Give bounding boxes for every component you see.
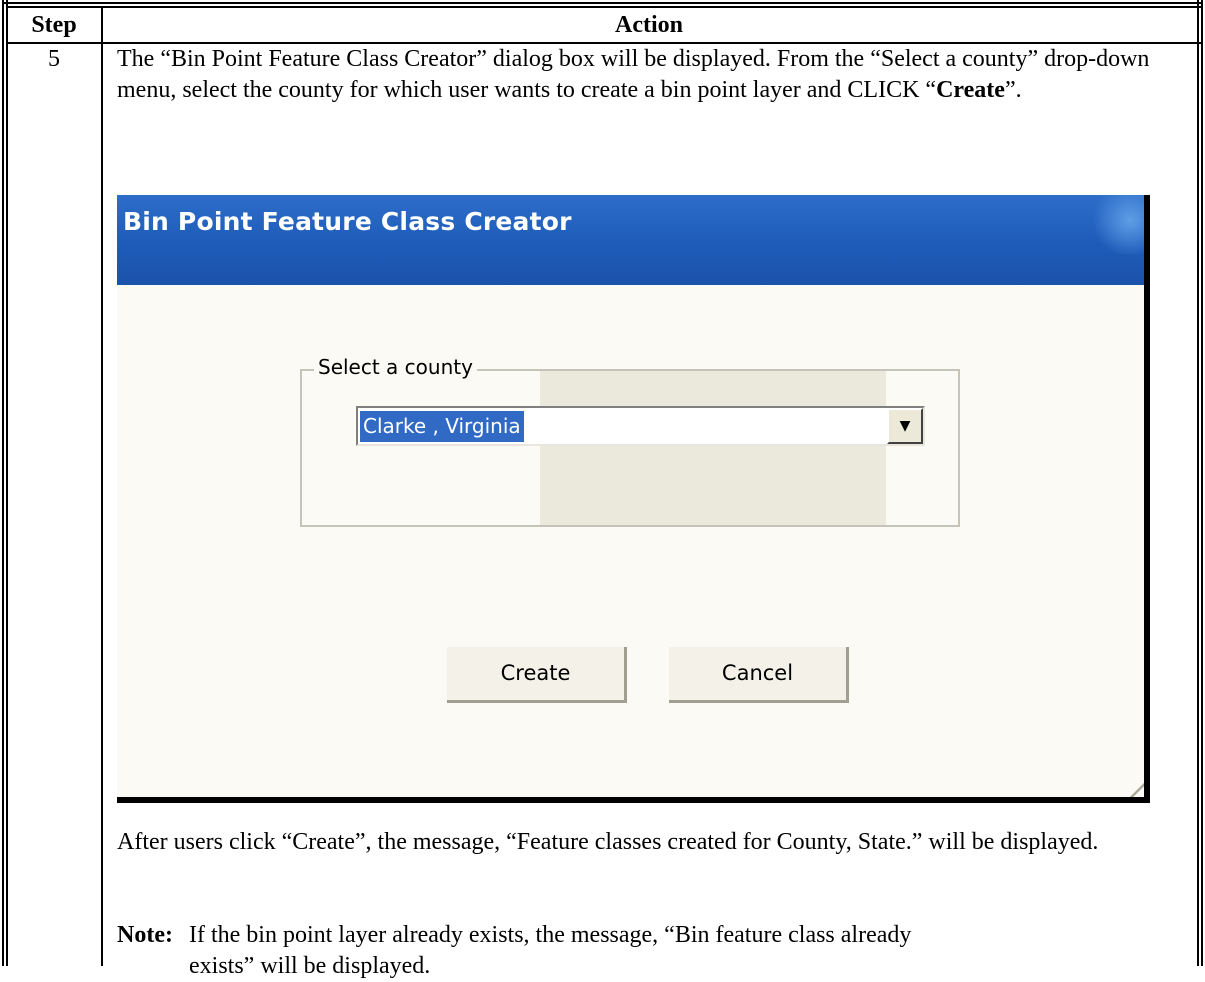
result-paragraph: After users click “Create”, the message,… (117, 829, 1099, 855)
county-groupbox (300, 369, 960, 527)
note-label: Note: (117, 922, 173, 948)
county-dropdown[interactable]: Clarke , Virginia ▼ (356, 406, 925, 446)
table-border-left-inner (6, 0, 8, 966)
table-border-top (2, 2, 1203, 4)
table-column-divider (101, 8, 103, 966)
header-action: Action (615, 12, 683, 38)
note-text-line1: If the bin point layer already exists, t… (189, 922, 912, 948)
resize-grip-icon[interactable] (1120, 773, 1144, 797)
instruction-create-bold: Create (936, 77, 1005, 103)
table-border-left (2, 0, 4, 966)
dialog-title-bar[interactable]: Bin Point Feature Class Creator (117, 195, 1144, 285)
instruction-paragraph: The “Bin Point Feature Class Creator” di… (117, 44, 1192, 106)
table-border-right (1197, 0, 1199, 966)
dropdown-arrow-icon[interactable]: ▼ (887, 408, 923, 444)
dialog-title: Bin Point Feature Class Creator (123, 207, 572, 236)
dialog-body: Select a county Clarke , Virginia ▼ Crea… (117, 285, 1144, 797)
bin-point-dialog: Bin Point Feature Class Creator Select a… (117, 195, 1150, 803)
create-button[interactable]: Create (447, 647, 627, 703)
table-border-right-inner (1201, 0, 1203, 966)
cancel-button[interactable]: Cancel (669, 647, 849, 703)
note-paragraph: Note: If the bin point layer already exis… (117, 920, 1192, 982)
county-dropdown-value: Clarke , Virginia (360, 411, 524, 442)
step-number: 5 (48, 46, 60, 72)
instruction-end: ”. (1004, 77, 1022, 103)
header-step: Step (31, 12, 77, 38)
note-text-line2: exists” will be displayed. (189, 953, 431, 979)
procedure-table: Step Action 5 The “Bin Point Feature Cla… (0, 0, 1205, 979)
county-group-label: Select a county (314, 353, 477, 381)
